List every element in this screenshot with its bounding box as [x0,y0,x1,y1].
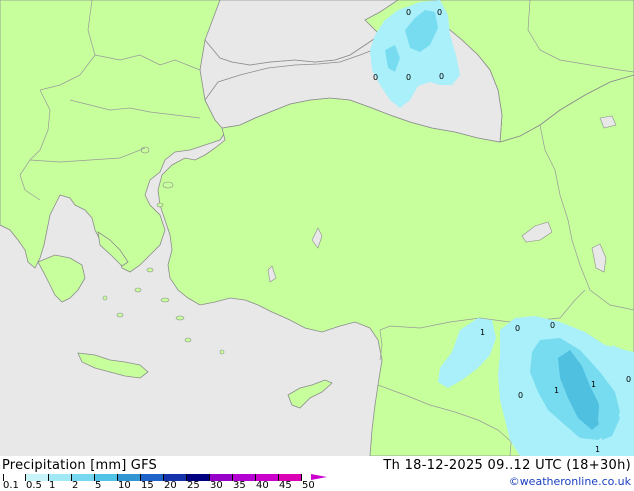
precip-label: 0 [373,73,378,82]
map-title: Precipitation [mm] GFS [2,458,157,473]
precip-label: 1 [591,380,596,389]
precip-label: 1 [480,328,485,337]
precip-label: 0 [406,73,411,82]
precipitation-map: 0 0 0 0 0 1 0 0 1 1 0 0 1 [0,0,634,456]
precip-label: 1 [595,445,600,454]
precip-label: 0 [626,375,631,384]
forecast-time: Th 18-12-2025 09..12 UTC (18+30h) [383,458,631,473]
credit-link[interactable]: ©weatheronline.co.uk [509,475,631,488]
precip-label: 0 [550,321,555,330]
precip-label: 0 [437,8,442,17]
precip-label: 1 [554,386,559,395]
footer: Precipitation [mm] GFS Th 18-12-2025 09.… [0,456,634,491]
precip-label: 0 [439,72,444,81]
precip-label: 0 [406,8,411,17]
precip-label: 0 [518,391,523,400]
precip-label: 0 [515,324,520,333]
